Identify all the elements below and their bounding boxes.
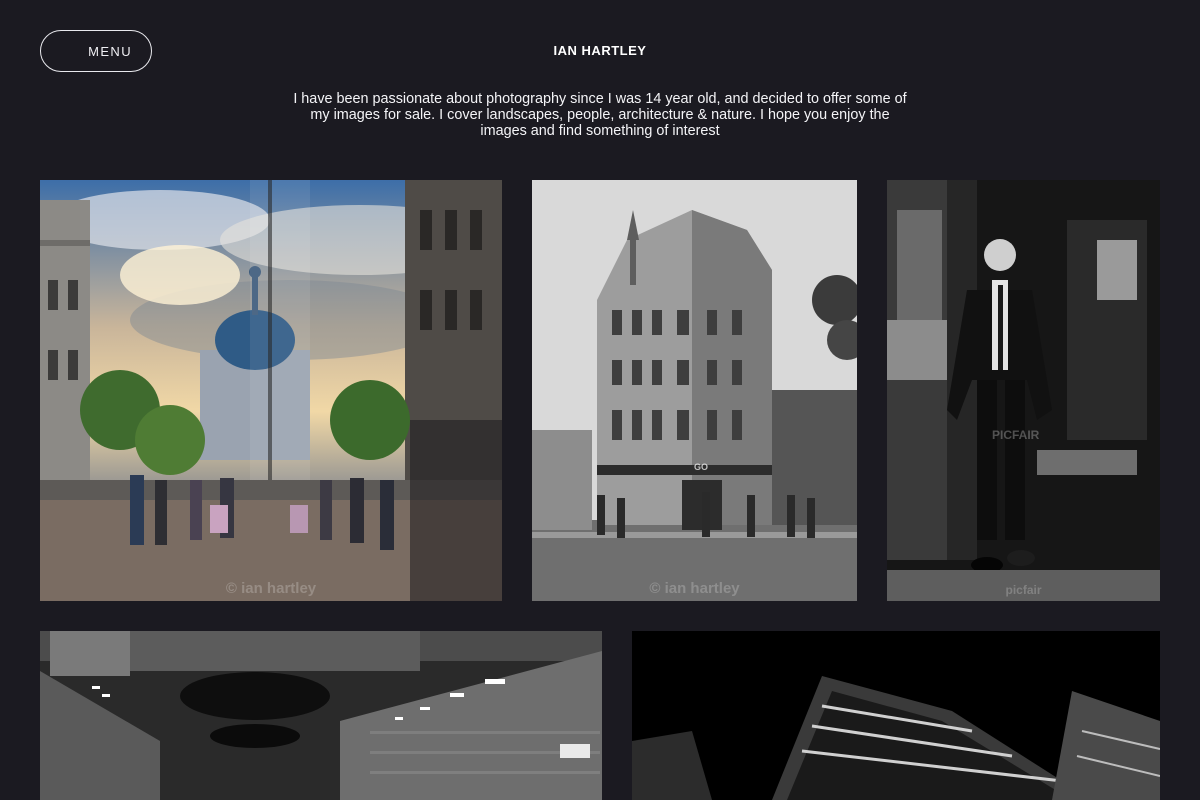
photo-image — [532, 180, 857, 601]
gallery-photo-station-roof[interactable] — [632, 631, 1160, 800]
gallery-photo-underground-station[interactable] — [40, 631, 602, 800]
page: MENU IAN HARTLEY I have been passionate … — [0, 0, 1200, 800]
photo-image — [40, 180, 502, 601]
photo-image — [887, 180, 1160, 601]
site-title[interactable]: IAN HARTLEY — [0, 43, 1200, 58]
gallery-photo-man-in-doorway[interactable]: PICFAIR picfair — [887, 180, 1160, 601]
gallery-photo-st-pauls[interactable]: © ian hartley — [40, 180, 502, 601]
photo-image — [40, 631, 602, 800]
gallery-photo-corner-building[interactable]: GO © ian hartley — [532, 180, 857, 601]
intro-text: I have been passionate about photography… — [293, 91, 907, 139]
photo-image — [632, 631, 1160, 800]
